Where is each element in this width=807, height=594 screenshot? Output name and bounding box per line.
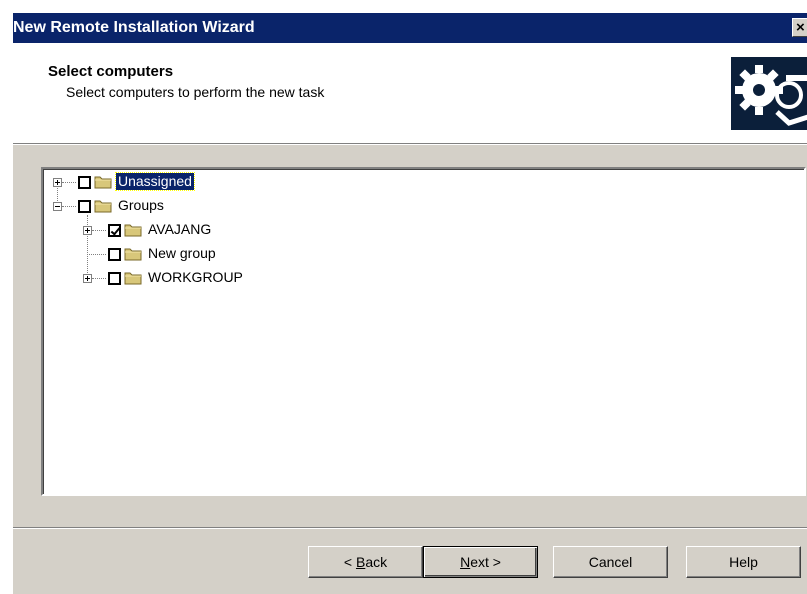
checkbox-unassigned[interactable] [78, 176, 91, 189]
footer-divider-highlight [13, 528, 807, 529]
next-button-label: ext > [470, 554, 501, 570]
back-button[interactable]: < Back [308, 546, 423, 578]
checkbox-new-group[interactable] [108, 248, 121, 261]
checkbox-groups[interactable] [78, 200, 91, 213]
header-divider [13, 144, 807, 145]
wizard-gears-icon [731, 57, 807, 130]
folder-icon [124, 272, 142, 285]
folder-icon [124, 248, 142, 261]
tree-node-label: Unassigned [115, 172, 195, 191]
tree-node-label: New group [148, 245, 216, 261]
cancel-button[interactable]: Cancel [553, 546, 668, 578]
back-button-accelerator: B [355, 554, 366, 570]
expand-icon[interactable] [83, 226, 92, 235]
next-button-accelerator: N [460, 554, 471, 570]
tree-node-label: Groups [118, 197, 164, 213]
computer-tree[interactable]: Unassigned Groups AVAJANG New group WORK… [41, 167, 806, 496]
tree-node-groups[interactable]: Groups [44, 196, 284, 216]
folder-icon [124, 224, 142, 237]
expand-icon[interactable] [53, 178, 62, 187]
checkbox-workgroup[interactable] [108, 272, 121, 285]
wizard-window: New Remote Installation Wizard × Select … [12, 12, 807, 594]
tree-node-label: WORKGROUP [148, 269, 243, 285]
cancel-button-label: Cancel [588, 554, 633, 570]
tree-node-new-group[interactable]: New group [44, 244, 284, 264]
tree-node-unassigned[interactable]: Unassigned [44, 172, 284, 192]
page-subtitle: Select computers to perform the new task [66, 84, 325, 100]
tree-node-avajang[interactable]: AVAJANG [44, 220, 284, 240]
next-button[interactable]: Next > [423, 546, 538, 578]
collapse-icon[interactable] [53, 202, 62, 211]
tree-viewport: Unassigned Groups AVAJANG New group WORK… [43, 169, 804, 494]
back-button-label: ack [365, 554, 388, 570]
close-icon: × [796, 19, 805, 36]
folder-icon [94, 176, 112, 189]
wizard-header: Select computers Select computers to per… [13, 43, 807, 144]
tree-node-workgroup[interactable]: WORKGROUP [44, 268, 284, 288]
help-button[interactable]: Help [686, 546, 801, 578]
title-bar[interactable]: New Remote Installation Wizard × [13, 13, 807, 43]
folder-icon [94, 200, 112, 213]
window-title: New Remote Installation Wizard [13, 19, 255, 36]
expand-icon[interactable] [83, 274, 92, 283]
tree-node-label: AVAJANG [148, 221, 212, 237]
page-title: Select computers [48, 63, 174, 80]
help-button-label: Help [729, 554, 758, 570]
back-button-prefix: < [343, 554, 356, 570]
checkbox-avajang[interactable] [108, 224, 121, 237]
close-button[interactable]: × [792, 18, 807, 37]
